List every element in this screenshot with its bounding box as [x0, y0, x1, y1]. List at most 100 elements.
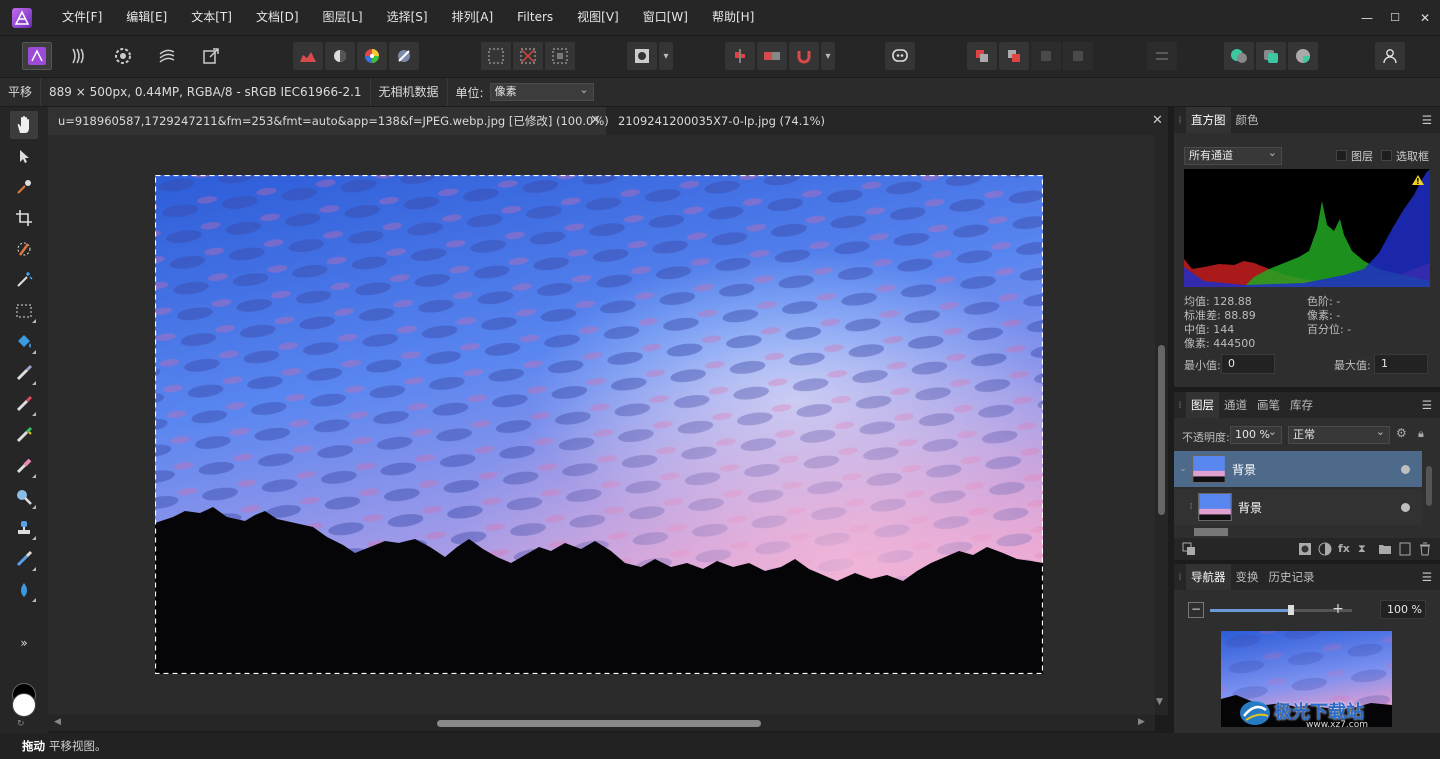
hsl-button[interactable] — [357, 42, 387, 70]
photo-persona-button[interactable] — [22, 42, 52, 70]
horizontal-scroll-thumb[interactable] — [437, 720, 761, 727]
menu-layer[interactable]: 图层[L] — [311, 0, 375, 35]
invert-selection-button[interactable] — [545, 42, 575, 70]
channel-select[interactable]: 所有通道 — [1184, 145, 1282, 165]
marquee-tool[interactable] — [10, 297, 38, 325]
studio-button-1[interactable] — [1224, 42, 1254, 70]
document-tab-active[interactable]: u=918960587,1729247211&fm=253&fmt=auto&a… — [48, 107, 609, 135]
panel-grip-icon[interactable]: ⁞ — [1174, 572, 1186, 583]
studio-button-3[interactable] — [1288, 42, 1318, 70]
tab-transform[interactable]: 变换 — [1231, 564, 1264, 590]
zoom-value-input[interactable]: 100 % — [1380, 600, 1426, 619]
blend-mode-select[interactable]: 正常 — [1288, 424, 1390, 444]
panel-grip-icon[interactable]: ⁞ — [1174, 115, 1186, 126]
unit-select[interactable]: 像素 — [489, 82, 594, 101]
dodge-tool[interactable] — [10, 483, 38, 511]
visibility-dot-icon[interactable] — [1401, 502, 1410, 512]
max-value-input[interactable]: 1 — [1374, 354, 1428, 374]
color-picker-tool[interactable] — [10, 173, 38, 201]
snapping-toggle-button[interactable] — [757, 42, 787, 70]
zoom-in-button[interactable]: + — [1330, 602, 1346, 618]
close-tab-icon[interactable]: ✕ — [590, 113, 601, 128]
erase-tool[interactable] — [10, 452, 38, 480]
close-button[interactable]: ✕ — [1410, 0, 1440, 35]
menu-window[interactable]: 窗口[W] — [631, 0, 700, 35]
delete-layer-trash-icon[interactable] — [1418, 542, 1432, 556]
add-layer-icon[interactable] — [1398, 542, 1412, 556]
horizontal-scrollbar[interactable]: ◀ ▶ — [48, 715, 1155, 731]
tab-navigator[interactable]: 导航器 — [1186, 564, 1231, 590]
move-tool[interactable] — [10, 142, 38, 170]
layer-drag-handle-icon[interactable]: ⁞ — [1184, 502, 1198, 512]
tab-history[interactable]: 历史记录 — [1264, 564, 1320, 590]
layers-checkbox[interactable]: 图层 — [1336, 148, 1373, 164]
swap-colors-icon[interactable]: ↻ — [17, 719, 25, 729]
vertical-scrollbar[interactable]: ▼ — [1155, 135, 1168, 715]
paint-brush-tool[interactable] — [10, 359, 38, 387]
align-button[interactable] — [725, 42, 755, 70]
zoom-out-button[interactable]: − — [1188, 602, 1204, 618]
layers-scroll-thumb[interactable] — [1426, 466, 1432, 506]
selection-brush-tool[interactable] — [10, 235, 38, 263]
move-back-one-button[interactable] — [999, 42, 1029, 70]
flood-fill-tool[interactable] — [10, 328, 38, 356]
document-image[interactable] — [155, 175, 1043, 674]
opacity-select[interactable]: 100 % — [1230, 424, 1282, 444]
account-button[interactable] — [1375, 42, 1405, 70]
selection-checkbox[interactable]: 选取框 — [1381, 148, 1429, 164]
quick-mask-dropdown[interactable]: ▾ — [659, 42, 673, 70]
layer-row[interactable]: ⁞ 背景 — [1174, 489, 1422, 525]
vertical-scroll-thumb[interactable] — [1158, 345, 1165, 515]
color-replacement-tool[interactable] — [10, 421, 38, 449]
mask-layer-icon[interactable] — [1298, 542, 1312, 556]
assistant-button[interactable] — [885, 42, 915, 70]
tab-color[interactable]: 颜色 — [1231, 107, 1264, 133]
move-to-back-button[interactable] — [967, 42, 997, 70]
panel-menu-icon[interactable]: ☰ — [1422, 113, 1432, 127]
layer-options-icon[interactable] — [1182, 542, 1196, 556]
develop-persona-button[interactable] — [108, 42, 138, 70]
deselect-button[interactable] — [513, 42, 543, 70]
close-tab-icon[interactable]: ✕ — [1152, 113, 1163, 128]
layer-settings-gear-icon[interactable]: ⚙ — [1396, 426, 1407, 440]
menu-view[interactable]: 视图[V] — [565, 0, 631, 35]
menu-file[interactable]: 文件[F] — [50, 0, 114, 35]
visibility-dot-icon[interactable] — [1401, 464, 1410, 474]
menu-text[interactable]: 文本[T] — [179, 0, 244, 35]
panel-menu-icon[interactable]: ☰ — [1422, 570, 1432, 584]
expand-chevron-icon[interactable]: ⌄ — [1174, 464, 1192, 474]
canvas-area[interactable] — [48, 135, 1155, 715]
align-distribute-button[interactable] — [1147, 42, 1177, 70]
menu-filters[interactable]: Filters — [505, 0, 565, 35]
white-balance-button[interactable] — [325, 42, 355, 70]
document-tab[interactable]: 2109241200035X7-0-lp.jpg (74.1%) ✕ — [608, 107, 1168, 135]
tab-brushes[interactable]: 画笔 — [1252, 392, 1285, 418]
levels-button[interactable] — [293, 42, 323, 70]
liquify-persona-button[interactable] — [64, 42, 94, 70]
tab-stock[interactable]: 库存 — [1285, 392, 1318, 418]
studio-button-2[interactable] — [1256, 42, 1286, 70]
min-value-input[interactable]: 0 — [1221, 354, 1275, 374]
quick-mask-button[interactable] — [627, 42, 657, 70]
clone-tool[interactable] — [10, 514, 38, 542]
pixel-tool[interactable] — [10, 390, 38, 418]
minimize-button[interactable]: — — [1352, 0, 1382, 35]
scroll-down-arrow-icon[interactable]: ▼ — [1156, 697, 1163, 707]
lock-icon[interactable]: 🔒︎ — [1418, 427, 1424, 441]
crop-tool[interactable] — [10, 204, 38, 232]
adjustment-layer-icon[interactable] — [1318, 542, 1332, 556]
move-forward-one-button[interactable] — [1031, 42, 1061, 70]
menu-select[interactable]: 选择[S] — [375, 0, 440, 35]
live-filter-icon[interactable]: fx — [1338, 542, 1352, 556]
inpainting-tool[interactable] — [10, 545, 38, 573]
tab-histogram[interactable]: 直方图 — [1186, 107, 1231, 133]
tone-mapping-persona-button[interactable] — [152, 42, 182, 70]
snapping-button[interactable] — [789, 42, 819, 70]
blur-tool[interactable] — [10, 576, 38, 604]
menu-help[interactable]: 帮助[H] — [700, 0, 766, 35]
move-to-front-button[interactable] — [1063, 42, 1093, 70]
scroll-right-arrow-icon[interactable]: ▶ — [1138, 717, 1145, 727]
panel-grip-icon[interactable]: ⁞ — [1174, 400, 1186, 411]
panel-menu-icon[interactable]: ☰ — [1422, 398, 1432, 412]
view-tool[interactable] — [10, 111, 38, 139]
